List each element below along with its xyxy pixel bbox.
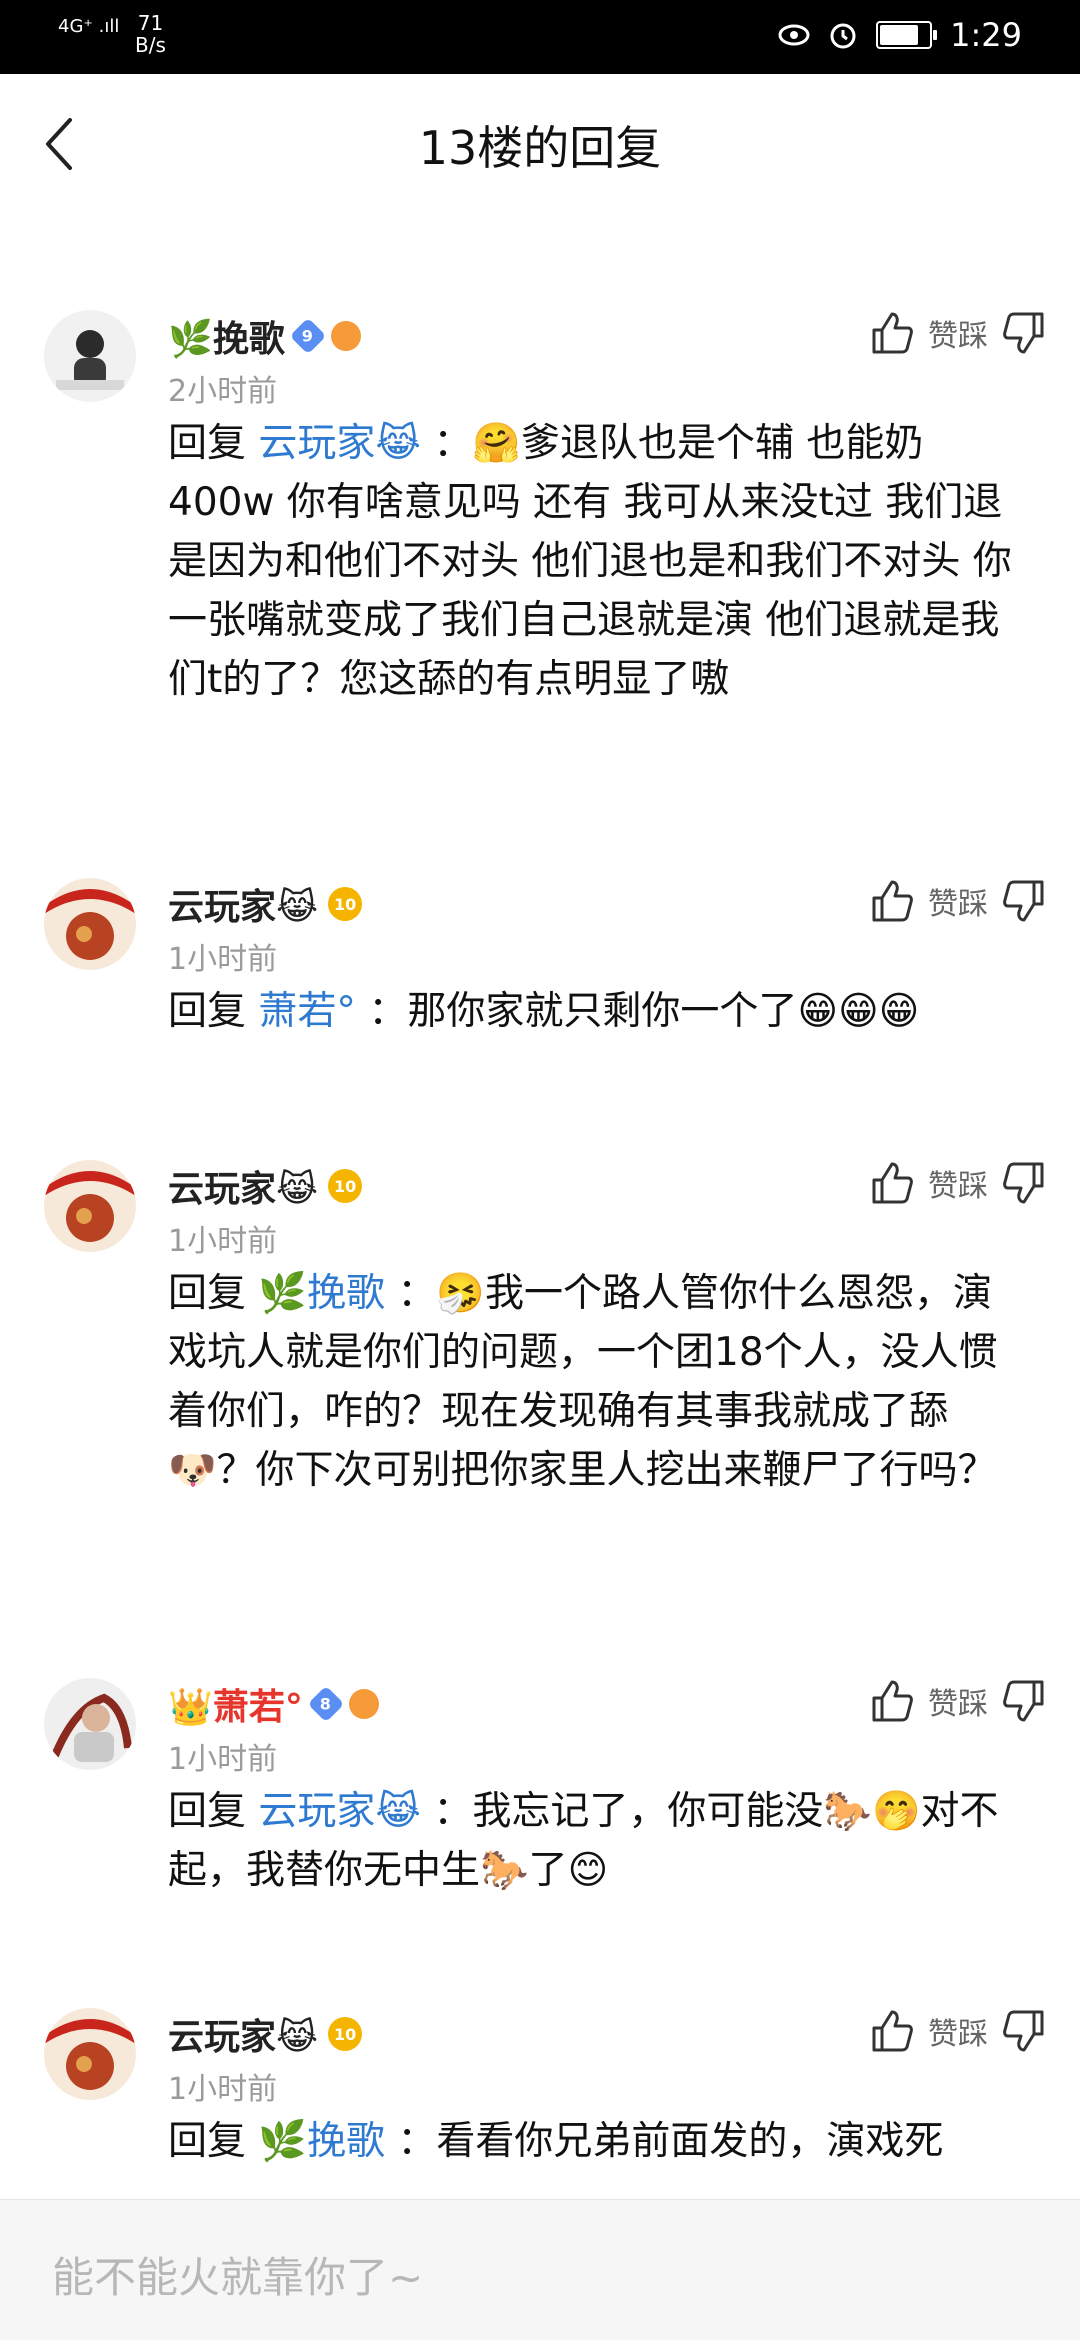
- thumb-down-icon[interactable]: [1002, 2008, 1046, 2054]
- level-badge: 10: [328, 2017, 363, 2051]
- thumb-down-icon[interactable]: [1002, 1678, 1046, 1724]
- like-dislike-label: 赞踩: [928, 887, 988, 922]
- like-dislike-label: 赞踩: [928, 1687, 988, 1722]
- reply-input-placeholder[interactable]: 能不能火就靠你了~: [52, 2244, 423, 2305]
- comment-text: 回复 🌿挽歌 ：看看你兄弟前面发的，演戏死: [168, 2119, 944, 2164]
- like-dislike-group: 赞踩: [870, 1678, 1046, 1724]
- level-badge: 10: [328, 1169, 363, 1203]
- user-name[interactable]: 云玩家😹: [168, 878, 318, 930]
- post-time: 1小时前: [168, 1224, 278, 1259]
- fan-badge-icon: [330, 321, 361, 351]
- comment-text: 回复 云玩家😹 ：🤗爹退队也是个辅 也能奶400w 你有啥意见吗 还有 我可从来…: [168, 421, 1012, 702]
- thumb-up-icon[interactable]: [870, 2008, 914, 2054]
- reply-target[interactable]: 萧若°: [258, 989, 356, 1034]
- reply-input-bar[interactable]: 能不能火就靠你了~: [0, 2199, 1080, 2340]
- comment-text: 回复 云玩家😹 ：我忘记了，你可能没🐎🤭对不起，我替你无中生🐎了😊: [168, 1789, 999, 1893]
- thumb-up-icon[interactable]: [870, 1160, 914, 1206]
- network-speed: 71 B/s: [135, 11, 166, 57]
- thumb-down-icon[interactable]: [1002, 1160, 1046, 1206]
- level-badge: 9: [289, 317, 327, 355]
- level-badge: 10: [328, 887, 363, 921]
- user-name[interactable]: 🌿挽歌: [168, 310, 285, 362]
- avatar[interactable]: [44, 878, 136, 970]
- comment-text: 回复 萧若° ：那你家就只剩你一个了😁😁😁: [168, 989, 920, 1034]
- avatar[interactable]: [44, 1160, 136, 1252]
- signal-indicator: 4G⁺ .ıll: [58, 16, 120, 37]
- comment-text: 回复 🌿挽歌 ：🤧我一个路人管你什么恩怨，演戏坑人就是你们的问题，一个团18个人…: [168, 1271, 998, 1493]
- reply-target[interactable]: 🌿挽歌: [258, 2119, 385, 2164]
- status-right: 1:29: [778, 16, 1022, 54]
- post-time: 1小时前: [168, 2072, 278, 2107]
- thumb-up-icon[interactable]: [870, 310, 914, 356]
- like-dislike-label: 赞踩: [928, 319, 988, 354]
- fan-badge-icon: [348, 1689, 379, 1719]
- avatar[interactable]: [44, 2008, 136, 2100]
- battery-level: [880, 25, 918, 45]
- clock: 1:29: [950, 16, 1022, 54]
- like-dislike-group: 赞踩: [870, 1160, 1046, 1206]
- post-time: 1小时前: [168, 1742, 278, 1777]
- user-name[interactable]: 👑萧若°: [168, 1678, 303, 1730]
- like-dislike-label: 赞踩: [928, 2017, 988, 2052]
- eye-icon: [778, 24, 810, 46]
- like-dislike-group: 赞踩: [870, 2008, 1046, 2054]
- battery-icon: [876, 21, 938, 49]
- user-name[interactable]: 云玩家😹: [168, 1160, 318, 1212]
- thumb-up-icon[interactable]: [870, 1678, 914, 1724]
- thumb-down-icon[interactable]: [1002, 878, 1046, 924]
- level-badge: 8: [307, 1685, 345, 1723]
- reply-target[interactable]: 🌿挽歌: [258, 1271, 385, 1316]
- thumb-down-icon[interactable]: [1002, 310, 1046, 356]
- like-dislike-group: 赞踩: [870, 878, 1046, 924]
- reply-target[interactable]: 云玩家😹: [258, 421, 421, 466]
- alarm-icon: [830, 23, 856, 49]
- post-time: 2小时前: [168, 374, 278, 409]
- status-bar: 4G⁺ .ıll 71 B/s 1:29: [0, 0, 1080, 74]
- avatar[interactable]: [44, 310, 136, 402]
- post-time: 1小时前: [168, 942, 278, 977]
- user-name[interactable]: 云玩家😹: [168, 2008, 318, 2060]
- header: 13楼的回复: [0, 74, 1080, 214]
- like-dislike-label: 赞踩: [928, 1169, 988, 1204]
- reply-target[interactable]: 云玩家😹: [258, 1789, 421, 1834]
- like-dislike-group: 赞踩: [870, 310, 1046, 356]
- thumb-up-icon[interactable]: [870, 878, 914, 924]
- avatar[interactable]: [44, 1678, 136, 1770]
- page-title: 13楼的回复: [418, 121, 662, 175]
